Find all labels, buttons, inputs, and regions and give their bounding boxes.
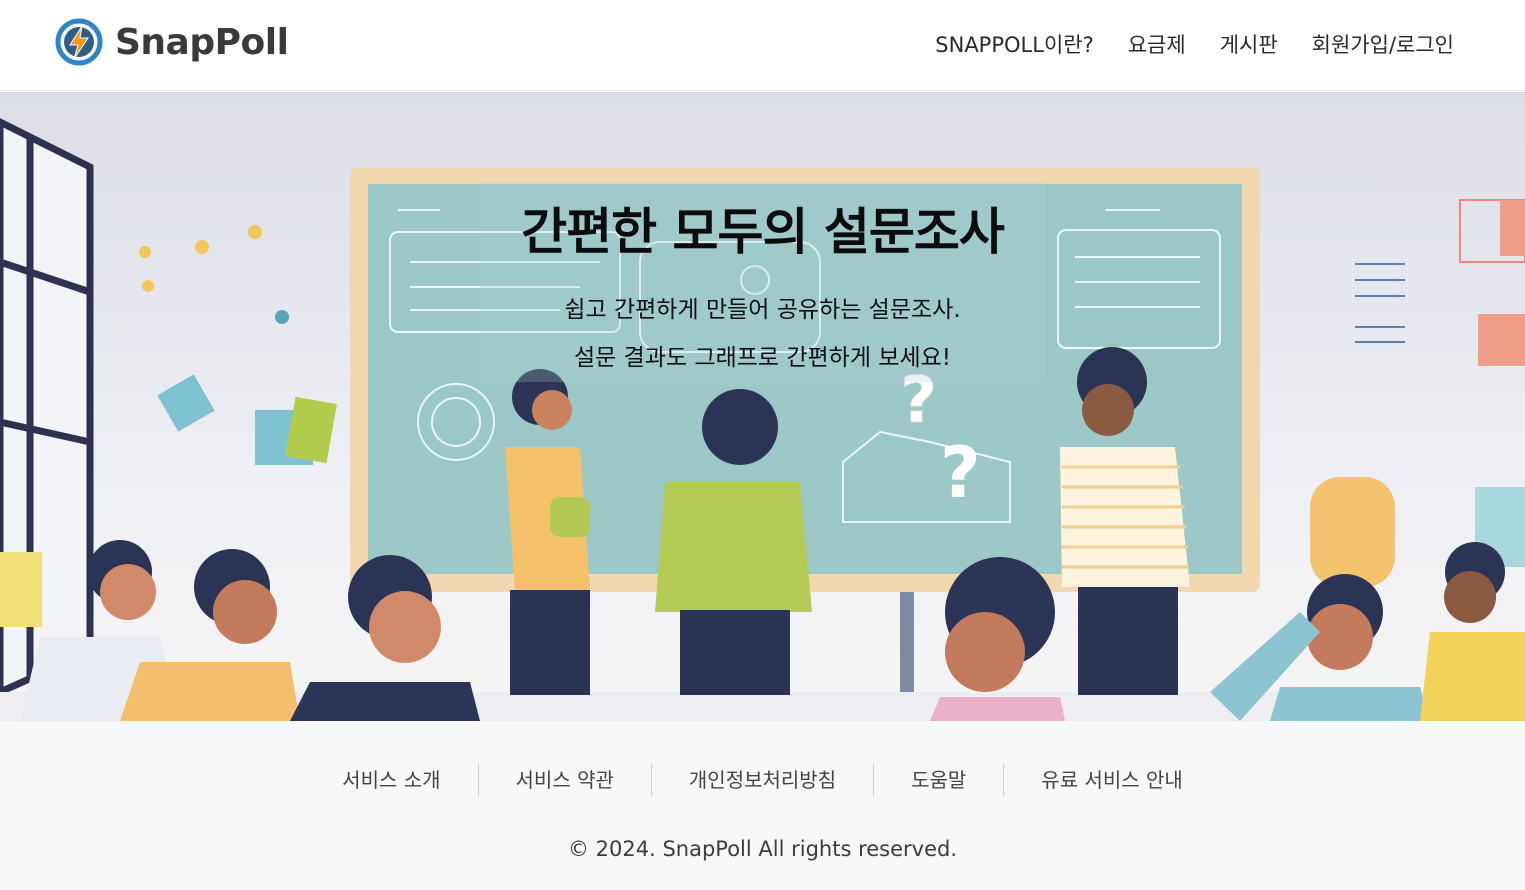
hero-subtitle-line1: 쉽고 간편하게 만들어 공유하는 설문조사. [564, 297, 961, 323]
site-footer: 서비스 소개 서비스 약관 개인정보처리방침 도움말 유료 서비스 안내 © 2… [0, 721, 1525, 890]
hero-title: 간편한 모두의 설문조사 [521, 203, 1005, 261]
brand-name: SnapPoll [115, 21, 289, 63]
nav-item-pricing[interactable]: 요금제 [1128, 29, 1186, 59]
hero-banner: ? ? 간편한 모두의 설문조사 쉽고 간편하게 만들어 공유하는 설문조사. … [0, 92, 1525, 721]
copyright-text: © 2024. SnapPoll All rights reserved. [567, 837, 958, 861]
footer-link-service-intro[interactable]: 서비스 소개 [305, 763, 479, 797]
question-mark-icon: ? [940, 432, 981, 514]
footer-links: 서비스 소개 서비스 약관 개인정보처리방침 도움말 유료 서비스 안내 [0, 763, 1525, 797]
hero-subtitle-line2: 설문 결과도 그래프로 간편하게 보세요! [573, 345, 952, 371]
footer-link-terms[interactable]: 서비스 약관 [479, 763, 652, 797]
footer-link-paid-service[interactable]: 유료 서비스 안내 [1004, 763, 1220, 797]
lightning-bolt-icon [55, 18, 103, 66]
nav-item-signup-login[interactable]: 회원가입/로그인 [1312, 29, 1454, 59]
footer-link-privacy[interactable]: 개인정보처리방침 [652, 763, 875, 797]
site-header: SnapPoll SNAPPOLL이란? 요금제 게시판 회원가입/로그인 [0, 0, 1525, 91]
nav-item-about[interactable]: SNAPPOLL이란? [935, 29, 1093, 59]
main-nav: SNAPPOLL이란? 요금제 게시판 회원가입/로그인 [935, 29, 1454, 59]
nav-item-board[interactable]: 게시판 [1220, 29, 1278, 59]
logo-link[interactable]: SnapPoll [55, 18, 289, 66]
footer-link-help[interactable]: 도움말 [874, 763, 1005, 797]
classroom-illustration: ? ? [0, 118, 1525, 721]
